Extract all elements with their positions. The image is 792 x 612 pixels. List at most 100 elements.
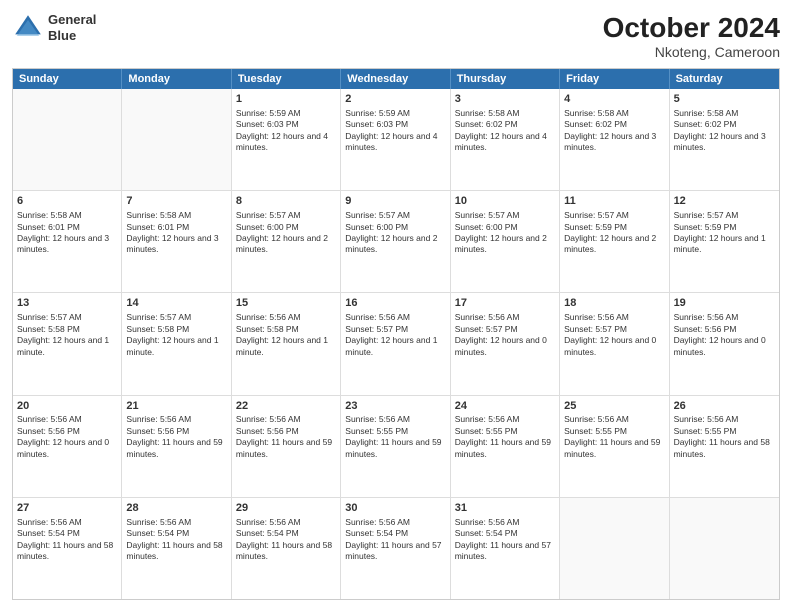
day-number: 31 xyxy=(455,501,555,516)
empty-cell xyxy=(670,498,779,599)
day-number: 16 xyxy=(345,296,445,311)
calendar-row: 6Sunrise: 5:58 AM Sunset: 6:01 PM Daylig… xyxy=(13,191,779,293)
day-number: 1 xyxy=(236,92,336,107)
day-number: 14 xyxy=(126,296,226,311)
day-cell: 29Sunrise: 5:56 AM Sunset: 5:54 PM Dayli… xyxy=(232,498,341,599)
day-number: 15 xyxy=(236,296,336,311)
day-number: 6 xyxy=(17,194,117,209)
day-info: Sunrise: 5:59 AM Sunset: 6:03 PM Dayligh… xyxy=(345,108,445,154)
weekday-header: Monday xyxy=(122,69,231,89)
day-info: Sunrise: 5:56 AM Sunset: 5:56 PM Dayligh… xyxy=(17,414,117,460)
day-number: 23 xyxy=(345,399,445,414)
day-cell: 1Sunrise: 5:59 AM Sunset: 6:03 PM Daylig… xyxy=(232,89,341,190)
day-info: Sunrise: 5:57 AM Sunset: 6:00 PM Dayligh… xyxy=(345,210,445,256)
day-cell: 18Sunrise: 5:56 AM Sunset: 5:57 PM Dayli… xyxy=(560,293,669,394)
day-info: Sunrise: 5:56 AM Sunset: 5:55 PM Dayligh… xyxy=(345,414,445,460)
weekday-header: Tuesday xyxy=(232,69,341,89)
day-cell: 17Sunrise: 5:56 AM Sunset: 5:57 PM Dayli… xyxy=(451,293,560,394)
calendar: SundayMondayTuesdayWednesdayThursdayFrid… xyxy=(12,68,780,600)
day-info: Sunrise: 5:58 AM Sunset: 6:02 PM Dayligh… xyxy=(564,108,664,154)
header: General Blue October 2024 Nkoteng, Camer… xyxy=(12,12,780,60)
day-number: 28 xyxy=(126,501,226,516)
day-cell: 26Sunrise: 5:56 AM Sunset: 5:55 PM Dayli… xyxy=(670,396,779,497)
day-number: 29 xyxy=(236,501,336,516)
day-number: 3 xyxy=(455,92,555,107)
day-cell: 30Sunrise: 5:56 AM Sunset: 5:54 PM Dayli… xyxy=(341,498,450,599)
day-info: Sunrise: 5:56 AM Sunset: 5:55 PM Dayligh… xyxy=(674,414,775,460)
logo-line1: General xyxy=(48,12,96,28)
weekday-header: Saturday xyxy=(670,69,779,89)
day-number: 2 xyxy=(345,92,445,107)
day-cell: 6Sunrise: 5:58 AM Sunset: 6:01 PM Daylig… xyxy=(13,191,122,292)
day-cell: 3Sunrise: 5:58 AM Sunset: 6:02 PM Daylig… xyxy=(451,89,560,190)
day-cell: 13Sunrise: 5:57 AM Sunset: 5:58 PM Dayli… xyxy=(13,293,122,394)
calendar-row: 13Sunrise: 5:57 AM Sunset: 5:58 PM Dayli… xyxy=(13,293,779,395)
day-info: Sunrise: 5:58 AM Sunset: 6:02 PM Dayligh… xyxy=(455,108,555,154)
day-cell: 19Sunrise: 5:56 AM Sunset: 5:56 PM Dayli… xyxy=(670,293,779,394)
day-number: 10 xyxy=(455,194,555,209)
day-cell: 21Sunrise: 5:56 AM Sunset: 5:56 PM Dayli… xyxy=(122,396,231,497)
day-info: Sunrise: 5:56 AM Sunset: 5:56 PM Dayligh… xyxy=(236,414,336,460)
day-number: 4 xyxy=(564,92,664,107)
day-cell: 20Sunrise: 5:56 AM Sunset: 5:56 PM Dayli… xyxy=(13,396,122,497)
day-cell: 28Sunrise: 5:56 AM Sunset: 5:54 PM Dayli… xyxy=(122,498,231,599)
day-cell: 27Sunrise: 5:56 AM Sunset: 5:54 PM Dayli… xyxy=(13,498,122,599)
day-info: Sunrise: 5:56 AM Sunset: 5:55 PM Dayligh… xyxy=(564,414,664,460)
day-info: Sunrise: 5:59 AM Sunset: 6:03 PM Dayligh… xyxy=(236,108,336,154)
day-cell: 5Sunrise: 5:58 AM Sunset: 6:02 PM Daylig… xyxy=(670,89,779,190)
day-number: 21 xyxy=(126,399,226,414)
logo-text: General Blue xyxy=(48,12,96,43)
day-number: 5 xyxy=(674,92,775,107)
day-info: Sunrise: 5:58 AM Sunset: 6:02 PM Dayligh… xyxy=(674,108,775,154)
day-cell: 15Sunrise: 5:56 AM Sunset: 5:58 PM Dayli… xyxy=(232,293,341,394)
weekday-header: Friday xyxy=(560,69,669,89)
day-cell: 7Sunrise: 5:58 AM Sunset: 6:01 PM Daylig… xyxy=(122,191,231,292)
day-number: 18 xyxy=(564,296,664,311)
day-number: 17 xyxy=(455,296,555,311)
day-info: Sunrise: 5:57 AM Sunset: 6:00 PM Dayligh… xyxy=(455,210,555,256)
logo: General Blue xyxy=(12,12,96,44)
day-number: 13 xyxy=(17,296,117,311)
calendar-row: 1Sunrise: 5:59 AM Sunset: 6:03 PM Daylig… xyxy=(13,89,779,191)
day-info: Sunrise: 5:58 AM Sunset: 6:01 PM Dayligh… xyxy=(126,210,226,256)
day-number: 24 xyxy=(455,399,555,414)
day-cell: 4Sunrise: 5:58 AM Sunset: 6:02 PM Daylig… xyxy=(560,89,669,190)
calendar-row: 27Sunrise: 5:56 AM Sunset: 5:54 PM Dayli… xyxy=(13,498,779,599)
empty-cell xyxy=(13,89,122,190)
day-info: Sunrise: 5:56 AM Sunset: 5:54 PM Dayligh… xyxy=(17,517,117,563)
day-cell: 25Sunrise: 5:56 AM Sunset: 5:55 PM Dayli… xyxy=(560,396,669,497)
day-cell: 31Sunrise: 5:56 AM Sunset: 5:54 PM Dayli… xyxy=(451,498,560,599)
day-info: Sunrise: 5:58 AM Sunset: 6:01 PM Dayligh… xyxy=(17,210,117,256)
calendar-row: 20Sunrise: 5:56 AM Sunset: 5:56 PM Dayli… xyxy=(13,396,779,498)
day-info: Sunrise: 5:56 AM Sunset: 5:54 PM Dayligh… xyxy=(345,517,445,563)
day-info: Sunrise: 5:56 AM Sunset: 5:57 PM Dayligh… xyxy=(455,312,555,358)
day-info: Sunrise: 5:57 AM Sunset: 5:58 PM Dayligh… xyxy=(17,312,117,358)
day-cell: 14Sunrise: 5:57 AM Sunset: 5:58 PM Dayli… xyxy=(122,293,231,394)
day-info: Sunrise: 5:56 AM Sunset: 5:56 PM Dayligh… xyxy=(126,414,226,460)
day-number: 26 xyxy=(674,399,775,414)
day-info: Sunrise: 5:56 AM Sunset: 5:56 PM Dayligh… xyxy=(674,312,775,358)
day-cell: 16Sunrise: 5:56 AM Sunset: 5:57 PM Dayli… xyxy=(341,293,450,394)
day-info: Sunrise: 5:56 AM Sunset: 5:54 PM Dayligh… xyxy=(126,517,226,563)
day-info: Sunrise: 5:56 AM Sunset: 5:57 PM Dayligh… xyxy=(564,312,664,358)
day-info: Sunrise: 5:57 AM Sunset: 5:58 PM Dayligh… xyxy=(126,312,226,358)
day-number: 11 xyxy=(564,194,664,209)
logo-line2: Blue xyxy=(48,28,96,44)
day-cell: 12Sunrise: 5:57 AM Sunset: 5:59 PM Dayli… xyxy=(670,191,779,292)
day-number: 19 xyxy=(674,296,775,311)
day-cell: 9Sunrise: 5:57 AM Sunset: 6:00 PM Daylig… xyxy=(341,191,450,292)
page: General Blue October 2024 Nkoteng, Camer… xyxy=(0,0,792,612)
empty-cell xyxy=(560,498,669,599)
month-title: October 2024 xyxy=(603,12,780,44)
day-cell: 23Sunrise: 5:56 AM Sunset: 5:55 PM Dayli… xyxy=(341,396,450,497)
day-number: 12 xyxy=(674,194,775,209)
weekday-header: Sunday xyxy=(13,69,122,89)
weekday-header: Thursday xyxy=(451,69,560,89)
title-block: October 2024 Nkoteng, Cameroon xyxy=(603,12,780,60)
day-info: Sunrise: 5:56 AM Sunset: 5:55 PM Dayligh… xyxy=(455,414,555,460)
day-cell: 11Sunrise: 5:57 AM Sunset: 5:59 PM Dayli… xyxy=(560,191,669,292)
day-cell: 8Sunrise: 5:57 AM Sunset: 6:00 PM Daylig… xyxy=(232,191,341,292)
calendar-header: SundayMondayTuesdayWednesdayThursdayFrid… xyxy=(13,69,779,89)
day-info: Sunrise: 5:56 AM Sunset: 5:54 PM Dayligh… xyxy=(236,517,336,563)
location: Nkoteng, Cameroon xyxy=(603,44,780,60)
